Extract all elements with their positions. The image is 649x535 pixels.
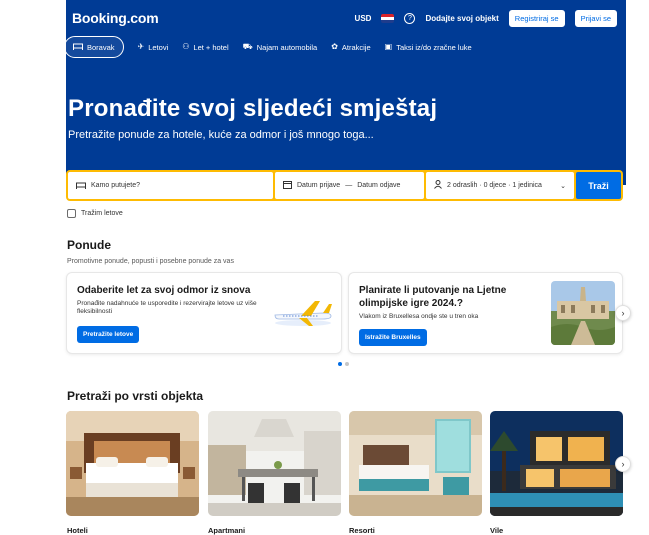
property-type-apartments-image[interactable] xyxy=(208,411,341,516)
destination-input[interactable]: Kamo putujete? xyxy=(68,172,273,199)
carousel-dot[interactable] xyxy=(345,362,349,366)
offer-card-desc: Vlakom iz Bruxellesa ondje ste u tren ok… xyxy=(359,313,479,320)
register-button[interactable]: Registriraj se xyxy=(508,10,565,27)
tab-stays[interactable]: Boravak xyxy=(64,36,124,58)
brussels-photo xyxy=(551,281,615,345)
tab-flight-hotel-label: Let + hotel xyxy=(193,42,229,52)
tab-airport-taxi[interactable]: ▣ Taksi iz/do zračne luke xyxy=(385,43,472,52)
offers-subheading: Promotivne ponude, popusti i posebne pon… xyxy=(67,258,234,265)
date-picker[interactable]: Datum prijave — Datum odjave xyxy=(275,172,424,199)
person-icon xyxy=(434,180,442,191)
offer-card-title: Odaberite let za svoj odmor iz snova xyxy=(77,285,251,296)
flights-checkbox-row[interactable]: Tražim letove xyxy=(67,209,123,218)
attractions-icon: ✿ xyxy=(331,42,338,51)
property-type-label[interactable]: Vile xyxy=(490,526,503,535)
top-bar: USD ? Dodajte svoj objekt Registriraj se… xyxy=(355,10,617,27)
chevron-down-icon: ⌄ xyxy=(560,182,566,190)
offer-card-flights[interactable]: Odaberite let za svoj odmor iz snova Pro… xyxy=(66,272,342,354)
offers-heading: Ponude xyxy=(67,238,111,252)
carousel-dots xyxy=(338,362,349,366)
property-type-label[interactable]: Resorti xyxy=(349,526,375,535)
booking-logo[interactable]: Booking.com xyxy=(72,10,159,26)
offer-card-desc: Pronađite nadahnuće te usporedite i reze… xyxy=(77,300,257,315)
calendar-icon xyxy=(283,180,292,191)
offers-next-arrow-icon[interactable]: › xyxy=(615,305,631,321)
checkout-field: Datum odjave xyxy=(357,182,401,189)
guests-selector[interactable]: 2 odraslih · 0 djece · 1 jedinica ⌄ xyxy=(426,172,574,199)
destination-placeholder: Kamo putujete? xyxy=(91,182,141,189)
tab-airport-taxi-label: Taksi iz/do zračne luke xyxy=(396,42,472,52)
property-type-label[interactable]: Apartmani xyxy=(208,526,245,535)
property-types-heading: Pretraži po vrsti objekta xyxy=(67,389,204,403)
search-flights-button[interactable]: Pretražite letove xyxy=(77,326,140,343)
hero-background xyxy=(66,0,626,185)
currency-selector[interactable]: USD xyxy=(355,14,372,23)
plane-icon: ✈ xyxy=(137,42,145,51)
tab-car-rental-label: Najam automobila xyxy=(256,42,318,52)
nav-tabs: Boravak ✈ Letovi ⚇ Let + hotel ⛟ Najam a… xyxy=(64,36,472,58)
flights-checkbox-label: Tražim letove xyxy=(81,210,123,217)
tab-attractions-label: Atrakcije xyxy=(341,42,371,52)
search-bar: Kamo putujete? Datum prijave — Datum odj… xyxy=(66,170,623,201)
checkin-field: Datum prijave xyxy=(297,182,341,189)
plane-hotel-icon: ⚇ xyxy=(182,42,190,51)
list-property-link[interactable]: Dodajte svoj objekt xyxy=(425,14,498,23)
language-flag-icon[interactable] xyxy=(381,14,395,23)
tab-flights-label: Letovi xyxy=(148,42,169,52)
date-dash: — xyxy=(345,182,353,189)
hero-left-margin xyxy=(0,0,66,185)
bed-icon xyxy=(73,42,83,52)
property-type-villas-image[interactable] xyxy=(490,411,623,516)
hero-subtitle: Pretražite ponude za hotele, kuće za odm… xyxy=(68,129,374,141)
hero-right-margin xyxy=(626,0,649,185)
guests-summary: 2 odraslih · 0 djece · 1 jedinica xyxy=(434,180,542,191)
property-type-label[interactable]: Hoteli xyxy=(67,526,88,535)
tab-flight-hotel[interactable]: ⚇ Let + hotel xyxy=(182,43,228,52)
car-icon: ⛟ xyxy=(242,42,253,51)
tab-attractions[interactable]: ✿ Atrakcije xyxy=(331,43,370,52)
tab-flights[interactable]: ✈ Letovi xyxy=(138,43,169,52)
hero-title: Pronađite svoj sljedeći smještaj xyxy=(68,95,438,122)
signin-button[interactable]: Prijavi se xyxy=(574,10,617,27)
property-type-hotels-image[interactable] xyxy=(66,411,199,516)
offer-card-olympics[interactable]: Planirate li putovanje na Ljetne olimpij… xyxy=(348,272,623,354)
property-types-next-arrow-icon[interactable]: › xyxy=(615,456,631,472)
carousel-dot-active[interactable] xyxy=(338,362,342,366)
tab-stays-label: Boravak xyxy=(87,42,115,52)
bed-icon xyxy=(76,181,86,191)
search-button[interactable]: Traži xyxy=(576,172,621,199)
question-circle-icon[interactable]: ? xyxy=(404,13,416,24)
explore-brussels-button[interactable]: Istražite Bruxelles xyxy=(359,329,427,346)
guests-text: 2 odraslih · 0 djece · 1 jedinica xyxy=(447,182,542,189)
property-type-resorts-image[interactable] xyxy=(349,411,482,516)
flights-checkbox[interactable] xyxy=(67,209,76,218)
taxi-icon: ▣ xyxy=(384,42,393,51)
tab-car-rental[interactable]: ⛟ Najam automobila xyxy=(243,43,318,52)
airplane-illustration xyxy=(271,295,335,329)
offer-card-title: Planirate li putovanje na Ljetne olimpij… xyxy=(359,285,507,309)
